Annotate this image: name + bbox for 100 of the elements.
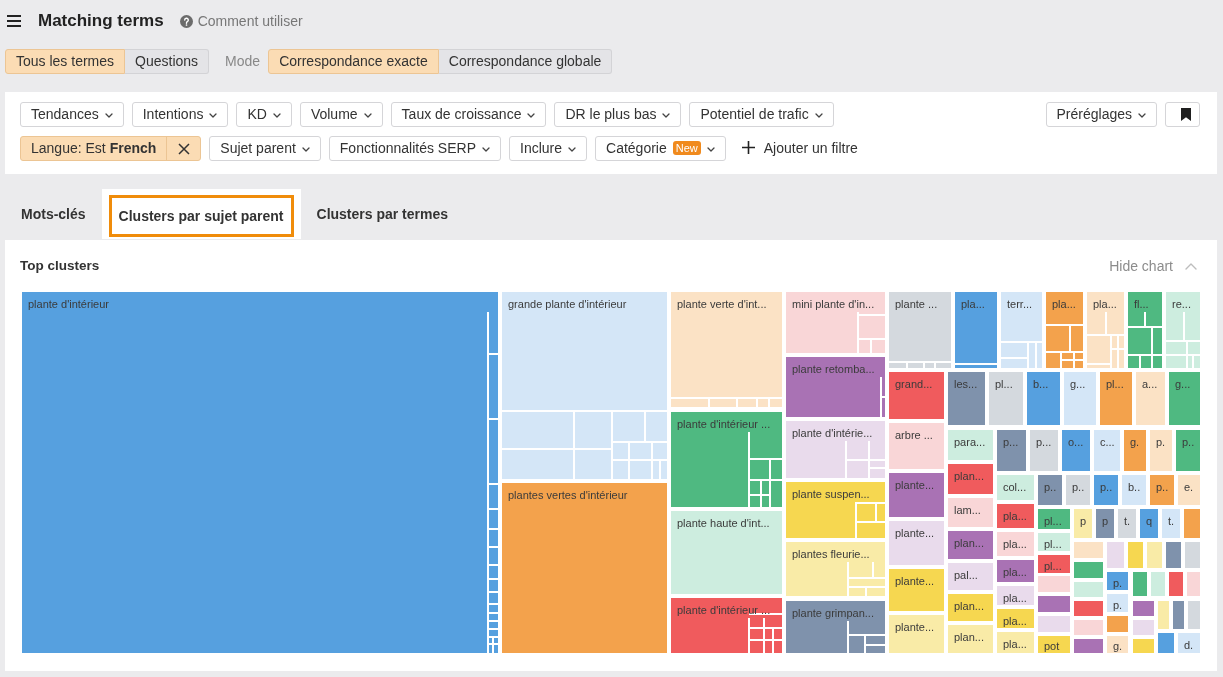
- treemap-cell: plante...: [889, 473, 944, 517]
- treemap-cell: para...: [948, 430, 993, 460]
- treemap-cell: p..: [1038, 475, 1062, 505]
- treemap-cell: plantes vertes d'intérieur: [502, 483, 667, 653]
- treemap-cell: p..: [1150, 475, 1174, 505]
- filter-dropdown[interactable]: Catégorie New: [595, 136, 726, 161]
- close-icon: [177, 142, 190, 155]
- chevron-down-icon: [104, 112, 113, 118]
- treemap-cell: g...: [1064, 372, 1096, 425]
- treemap-cell: p.: [1107, 572, 1128, 590]
- treemap-cell: plante...: [889, 521, 944, 565]
- chevron-down-icon: [482, 146, 490, 152]
- chevron-up-icon: [1185, 262, 1197, 270]
- treemap-cell: p..: [1066, 475, 1090, 505]
- treemap-cell: plante...: [889, 569, 944, 611]
- treemap-cell: g...: [1169, 372, 1200, 425]
- chevron-down-icon: [209, 112, 218, 118]
- treemap-cell: e.: [1178, 475, 1200, 505]
- treemap-cell: pla...: [954, 292, 998, 368]
- tab[interactable]: Clusters par termes: [300, 189, 465, 239]
- filter-dropdown[interactable]: Sujet parent: [209, 136, 321, 161]
- tab[interactable]: Clusters par sujet parent: [101, 189, 301, 239]
- chevron-down-icon: [568, 146, 577, 152]
- new-badge: New: [672, 141, 701, 155]
- filter-dropdown[interactable]: Fonctionnalités SERP: [328, 136, 501, 161]
- help-link[interactable]: Comment utiliser: [197, 10, 303, 32]
- treemap-cell: pl...: [1038, 533, 1070, 551]
- chart-title: Top clusters: [20, 257, 100, 275]
- segment-button[interactable]: Questions: [125, 49, 210, 74]
- filter-dropdown[interactable]: Inclure: [509, 136, 588, 161]
- treemap-cell: pla...: [997, 609, 1034, 628]
- treemap-cell: col...: [997, 475, 1034, 500]
- chevron-down-icon: [1138, 112, 1146, 118]
- segment-button[interactable]: Tous les termes: [5, 49, 126, 74]
- treemap-cell: pla...: [997, 632, 1034, 653]
- treemap-cell: re...: [1165, 292, 1200, 369]
- treemap-cell: b...: [1027, 372, 1060, 425]
- treemap-cell: p: [1074, 509, 1092, 538]
- filter-dropdown[interactable]: Tendances: [20, 102, 124, 127]
- filter-chip-label[interactable]: Langue: Est French: [21, 137, 167, 160]
- treemap-cell: q: [1140, 509, 1158, 538]
- treemap-cell: pla...: [997, 532, 1034, 556]
- hide-chart-button[interactable]: Hide chart: [1109, 255, 1200, 277]
- treemap-cell: pla...: [1045, 292, 1084, 369]
- treemap-cell: d.: [1178, 633, 1200, 653]
- treemap-cell: plante ...: [888, 292, 952, 369]
- treemap-cell: terr...: [1000, 292, 1043, 369]
- chevron-down-icon: [814, 112, 823, 118]
- chevron-down-icon: [363, 112, 372, 118]
- treemap-cell: plante grimpan...: [786, 601, 886, 653]
- treemap-cell: plan...: [948, 625, 993, 653]
- treemap-cell: plante d'intérie...: [786, 421, 886, 479]
- treemap-cell: p..: [1176, 430, 1200, 471]
- treemap-cell: plan...: [948, 594, 993, 621]
- treemap-cell: pl...: [1038, 509, 1070, 529]
- filter-dropdown[interactable]: DR le plus bas: [554, 102, 682, 127]
- treemap-cell: plante...: [889, 615, 944, 653]
- treemap-cell: pot: [1038, 636, 1070, 653]
- treemap-cell: plante d'intérieur ...: [671, 412, 783, 508]
- help-icon[interactable]: [179, 14, 193, 28]
- treemap-cell: pl...: [989, 372, 1023, 425]
- treemap-cell: pla...: [1086, 292, 1125, 369]
- treemap-cell: plante suspen...: [786, 482, 886, 539]
- treemap-cell: pla...: [997, 586, 1034, 605]
- mode-label: Mode: [225, 52, 261, 71]
- treemap-cell: p.: [1107, 594, 1128, 612]
- treemap-cell: pl...: [1100, 372, 1132, 425]
- treemap-cell: a...: [1136, 372, 1165, 425]
- treemap-cell: p...: [997, 430, 1026, 471]
- treemap-cell: plan...: [948, 531, 993, 559]
- menu-icon[interactable]: [7, 15, 21, 27]
- segment-button[interactable]: Correspondance globale: [438, 49, 613, 74]
- treemap-cell: plan...: [948, 464, 993, 494]
- filter-dropdown[interactable]: Potentiel de trafic: [689, 102, 834, 127]
- filter-dropdown[interactable]: Intentions: [131, 102, 229, 127]
- treemap-cell: pl...: [1038, 555, 1070, 573]
- filter-dropdown[interactable]: KD: [236, 102, 292, 127]
- page-title: Matching terms: [38, 10, 164, 32]
- treemap-cell: plante haute d'int...: [671, 511, 782, 594]
- treemap-cell: pal...: [948, 563, 993, 590]
- filter-dropdown[interactable]: Volume: [299, 102, 383, 127]
- bookmark-button[interactable]: [1165, 102, 1200, 127]
- treemap-cell: les...: [948, 372, 985, 425]
- chevron-down-icon: [301, 146, 310, 152]
- treemap-cell: pla...: [997, 560, 1034, 582]
- tab[interactable]: Mots-clés: [5, 189, 102, 239]
- filter-dropdown[interactable]: Taux de croissance: [390, 102, 547, 127]
- add-filter-button[interactable]: Ajouter un filtre: [733, 136, 866, 161]
- presets-dropdown[interactable]: Préréglages: [1045, 102, 1157, 127]
- chevron-down-icon: [662, 112, 671, 118]
- treemap-cell: pla...: [997, 504, 1034, 528]
- treemap-cell: o...: [1062, 430, 1090, 471]
- plus-icon: [741, 141, 755, 154]
- treemap-cell: plante verte d'int...: [670, 292, 783, 408]
- treemap-cell: plante d'intérieur ...: [671, 598, 783, 653]
- treemap-cell: t.: [1162, 509, 1180, 538]
- treemap-cell: grande plante d'intérieur: [501, 292, 668, 480]
- segment-button[interactable]: Correspondance exacte: [268, 49, 439, 74]
- treemap-cell: p...: [1030, 430, 1058, 471]
- chevron-down-icon: [706, 146, 715, 152]
